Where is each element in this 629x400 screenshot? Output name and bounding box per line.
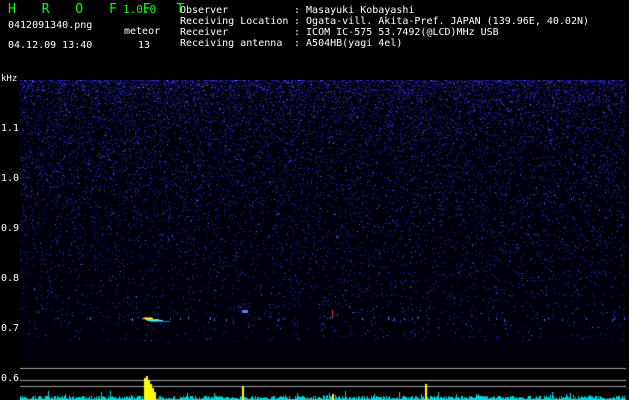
spectrum-plot (20, 366, 626, 400)
info-label-location: Receiving Location (180, 16, 289, 27)
spectrogram-plot (20, 80, 626, 364)
meteor-count: 13 (138, 40, 151, 51)
app-version: 1.0.0 (123, 3, 157, 16)
info-label-receiver: Receiver (180, 27, 229, 38)
info-values: : Masayuki Kobayashi : Ogata-vill. Akita… (294, 5, 589, 49)
info-value-receiver: : ICOM IC-575 53.7492(@LCD)MHz USB (294, 27, 499, 38)
info-value-observer: : Masayuki Kobayashi (294, 5, 415, 16)
freq-tick: 0.9 (1, 223, 20, 234)
freq-tick: 0.6 (1, 373, 20, 384)
info-labels: Observer Receiving Location Receiver Rec… (180, 5, 288, 49)
freq-tick: 1.0 (1, 173, 20, 184)
filename: 0412091340.png (8, 20, 93, 31)
info-label-observer: Observer (180, 5, 229, 16)
info-value-location: : Ogata-vill. Akita-Pref. JAPAN (139.96E… (294, 16, 590, 27)
freq-unit-label: kHz (1, 74, 18, 84)
app-title: H R O F F T (8, 2, 194, 17)
freq-tick: 0.8 (1, 273, 20, 284)
info-label-antenna: Receiving antenna (180, 38, 283, 49)
freq-tick: 0.7 (1, 323, 20, 334)
meteor-label: meteor (124, 26, 161, 37)
datetime: 04.12.09 13:40 (8, 40, 93, 51)
info-value-antenna: : A504HB(yagi 4el) (294, 38, 403, 49)
freq-tick: 1.1 (1, 123, 20, 134)
